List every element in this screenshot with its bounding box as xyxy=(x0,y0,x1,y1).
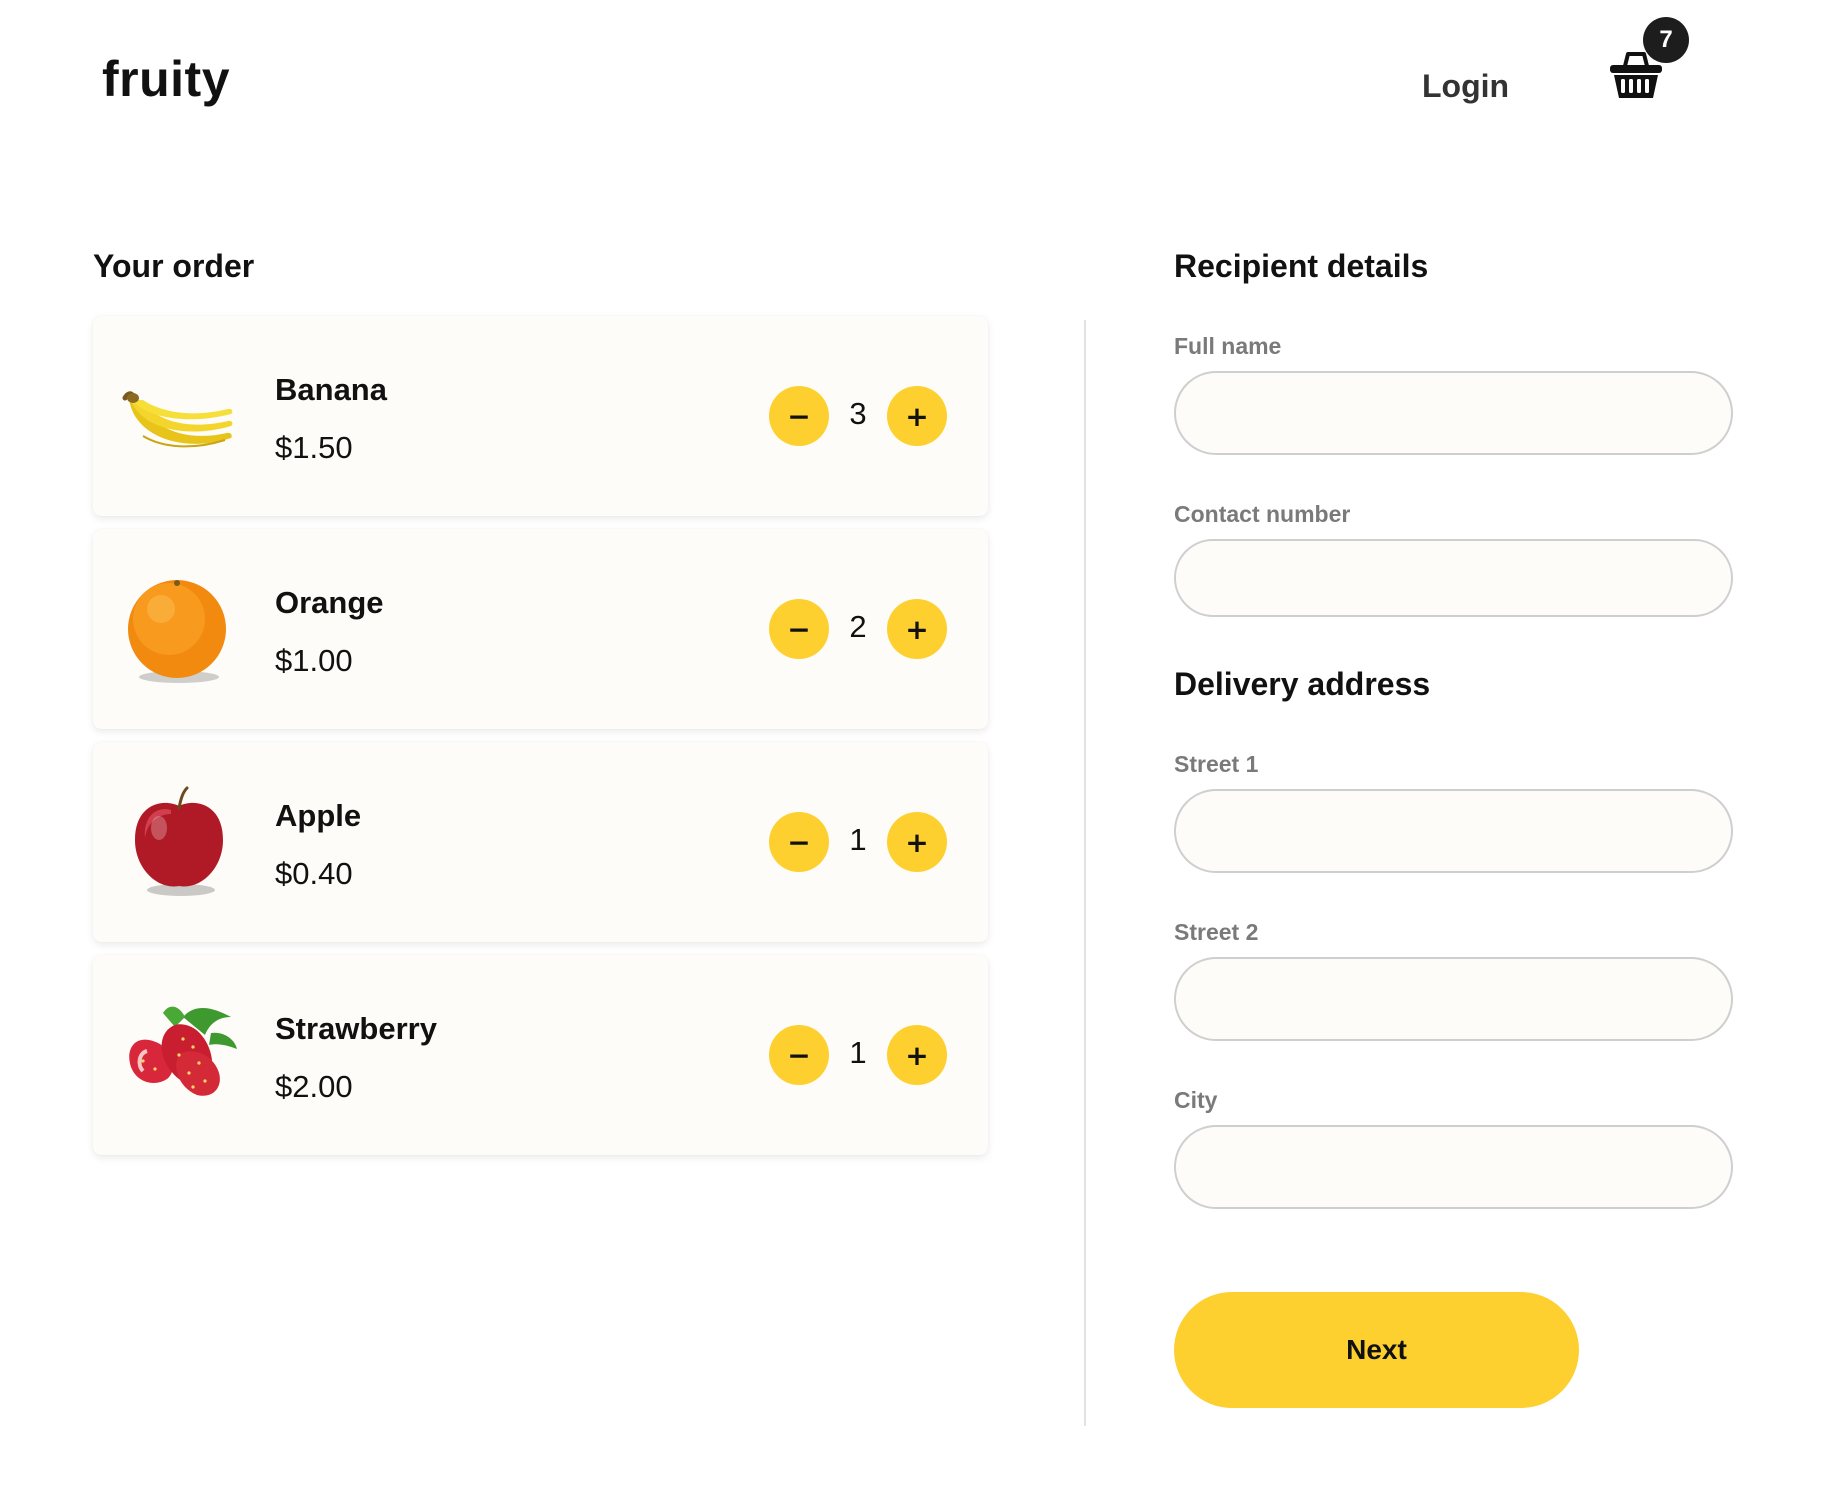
decrease-quantity-button[interactable]: − xyxy=(769,812,829,872)
recipient-section-title: Recipient details xyxy=(1174,248,1429,284)
brand-logo[interactable]: fruity xyxy=(102,50,230,108)
item-name: Orange xyxy=(275,585,384,620)
banana-image xyxy=(113,356,243,476)
item-quantity: 1 xyxy=(849,1035,867,1070)
street-2-label: Street 2 xyxy=(1174,919,1259,945)
contact-number-label: Contact number xyxy=(1174,501,1351,527)
increase-quantity-button[interactable]: + xyxy=(887,386,947,446)
item-name: Strawberry xyxy=(275,1011,437,1046)
login-link[interactable]: Login xyxy=(1422,68,1509,105)
column-divider xyxy=(1084,320,1086,1426)
order-item-strawberry: Strawberry $2.00 − 1 + xyxy=(93,955,988,1155)
increase-quantity-button[interactable]: + xyxy=(887,1025,947,1085)
full-name-input[interactable] xyxy=(1174,371,1733,455)
decrease-quantity-button[interactable]: − xyxy=(769,1025,829,1085)
city-input[interactable] xyxy=(1174,1125,1733,1209)
contact-number-input[interactable] xyxy=(1174,539,1733,617)
orange-image xyxy=(113,569,243,689)
decrease-quantity-button[interactable]: − xyxy=(769,599,829,659)
strawberry-image xyxy=(113,995,243,1115)
order-item-apple: Apple $0.40 − 1 + xyxy=(93,742,988,942)
item-quantity: 2 xyxy=(849,609,867,644)
item-price: $1.00 xyxy=(275,643,353,678)
order-section-title: Your order xyxy=(93,248,255,284)
next-button[interactable]: Next xyxy=(1174,1292,1579,1408)
decrease-quantity-button[interactable]: − xyxy=(769,386,829,446)
item-price: $2.00 xyxy=(275,1069,353,1104)
order-item-banana: Banana $1.50 − 3 + xyxy=(93,316,988,516)
city-label: City xyxy=(1174,1087,1218,1113)
apple-image xyxy=(113,782,243,902)
order-item-orange: Orange $1.00 − 2 + xyxy=(93,529,988,729)
checkout-page: fruity Login 7 Your order Banana $1.50 −… xyxy=(0,0,1831,1497)
item-price: $1.50 xyxy=(275,430,353,465)
full-name-label: Full name xyxy=(1174,333,1282,359)
item-quantity: 1 xyxy=(849,822,867,857)
street-1-input[interactable] xyxy=(1174,789,1733,873)
increase-quantity-button[interactable]: + xyxy=(887,812,947,872)
item-price: $0.40 xyxy=(275,856,353,891)
street-1-label: Street 1 xyxy=(1174,751,1259,777)
street-2-input[interactable] xyxy=(1174,957,1733,1041)
cart-count-badge: 7 xyxy=(1643,17,1689,63)
item-name: Banana xyxy=(275,372,387,407)
item-quantity: 3 xyxy=(849,396,867,431)
increase-quantity-button[interactable]: + xyxy=(887,599,947,659)
delivery-section-title: Delivery address xyxy=(1174,666,1431,702)
item-name: Apple xyxy=(275,798,362,833)
